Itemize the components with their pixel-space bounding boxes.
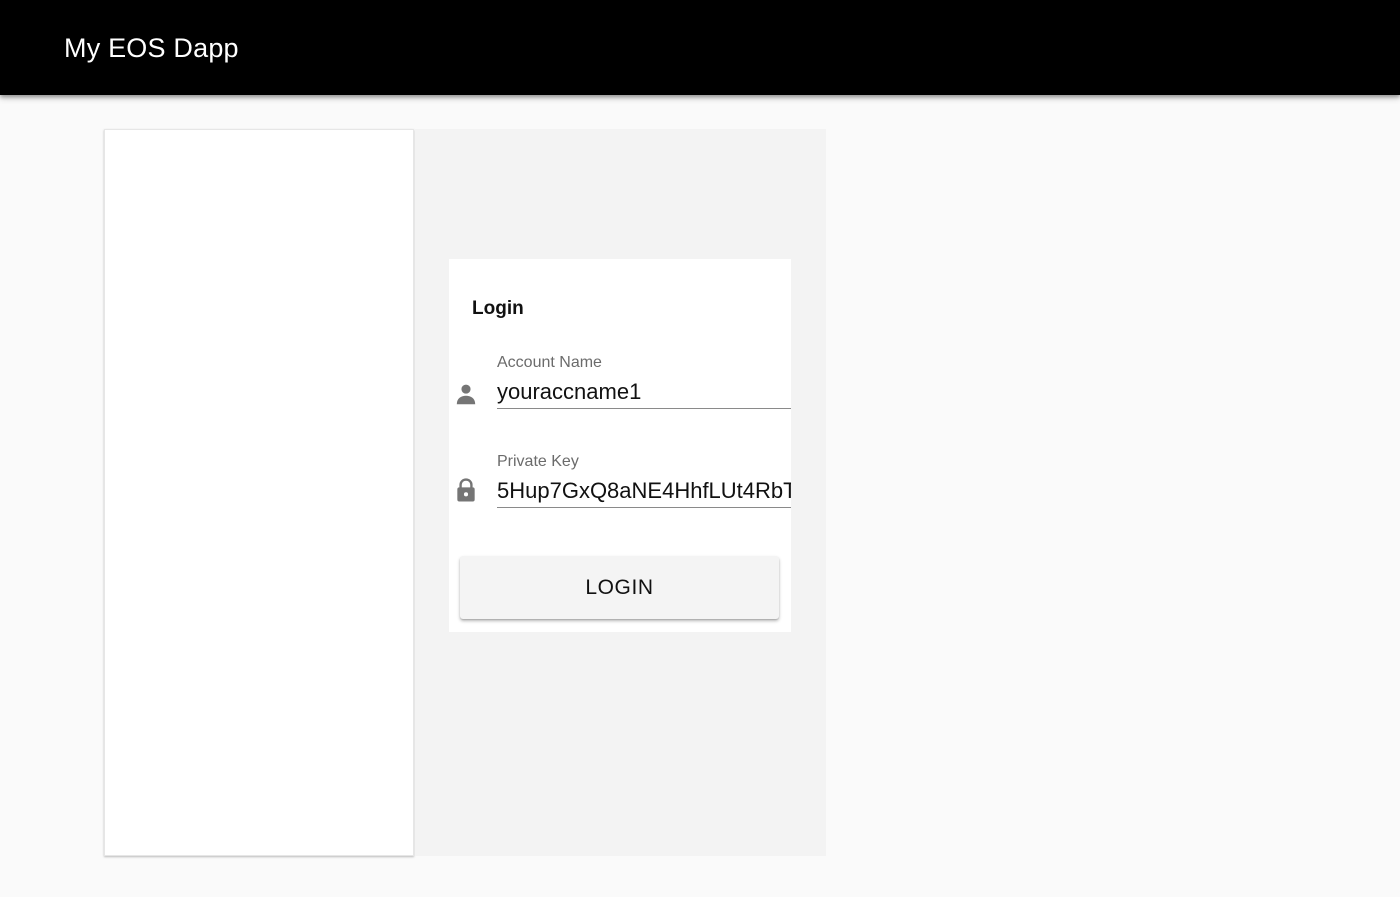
person-icon: [456, 384, 476, 405]
app-bar: My EOS Dapp: [0, 0, 1400, 95]
private-key-input[interactable]: [497, 474, 791, 508]
private-key-label: Private Key: [497, 453, 579, 470]
account-name-label: Account Name: [497, 354, 602, 371]
account-name-field: Account Name: [449, 353, 791, 423]
login-card: Login Account Name Private Key LOGIN: [449, 259, 791, 632]
account-name-input[interactable]: [497, 375, 791, 409]
login-heading: Login: [472, 298, 524, 319]
login-button[interactable]: LOGIN: [460, 556, 779, 619]
lock-icon: [457, 478, 475, 502]
app-title: My EOS Dapp: [64, 33, 239, 63]
private-key-field: Private Key: [449, 452, 791, 522]
left-panel: [104, 129, 414, 856]
